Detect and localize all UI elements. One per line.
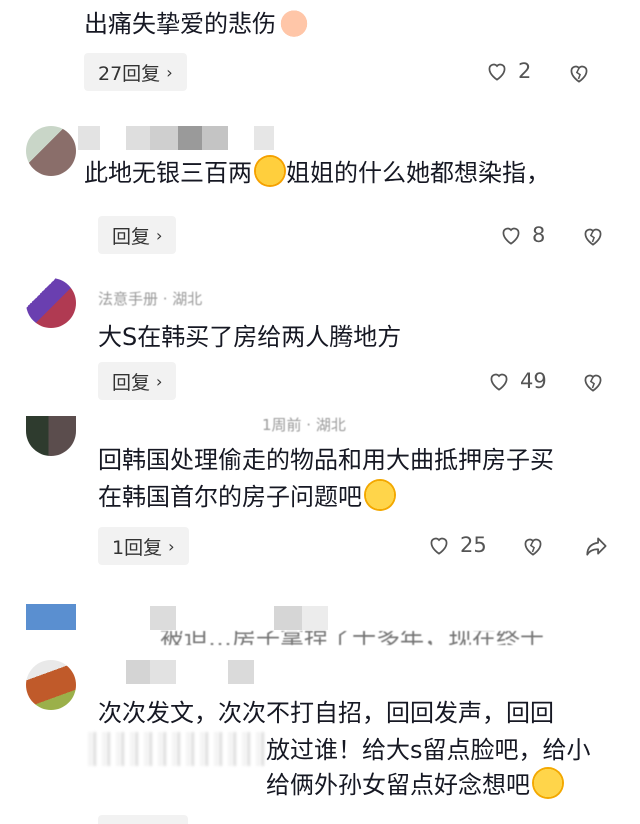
reply-button[interactable]: 27回复 ›	[84, 53, 187, 91]
heart-outline-icon	[502, 227, 520, 245]
username-redacted[interactable]	[126, 660, 254, 684]
reply-button[interactable]: 回复 ›	[98, 216, 177, 254]
truncated-text-line: 被迫…房子拿捏了十多年，现在终于	[160, 631, 544, 645]
heart-outline-icon	[490, 373, 508, 391]
like-button[interactable]: 49	[486, 368, 547, 394]
like-button[interactable]: 8	[498, 222, 545, 248]
chevron-right-icon: ›	[168, 536, 175, 556]
praying-hands-emoji-icon	[278, 6, 310, 38]
blurred-text-region	[88, 732, 264, 766]
grinning-face-emoji-icon	[532, 767, 564, 799]
comment-text: 大S在韩买了房给两人腾地方	[98, 323, 402, 351]
comment-text: 此地无银三百两 姐姐的什么她都想染指，	[84, 154, 550, 192]
grinning-face-emoji-icon	[364, 479, 396, 511]
reply-button[interactable]: 回复 ›	[98, 362, 177, 400]
like-button[interactable]: 2	[484, 58, 531, 84]
heart-outline-icon	[488, 63, 506, 81]
username-redacted[interactable]	[78, 126, 274, 150]
chevron-right-icon: ›	[156, 225, 163, 245]
reply-button[interactable]: 1回复 ›	[98, 527, 189, 565]
comment-text: 出痛失挚爱的悲伤	[84, 5, 310, 43]
comment-text-line: 放过谁！给大s留点脸吧，给小	[266, 736, 591, 764]
avatar[interactable]	[26, 604, 76, 630]
chevron-right-icon: ›	[166, 62, 173, 82]
like-count: 25	[460, 533, 487, 557]
comment-text-line: 回韩国处理偷走的物品和用大曲抵押房子买	[98, 446, 554, 474]
username-redacted[interactable]	[150, 606, 328, 630]
reply-button[interactable]	[98, 815, 188, 824]
broken-heart-icon[interactable]	[566, 60, 592, 86]
like-count: 49	[520, 369, 547, 393]
comment-meta: 1周前 · 湖北	[262, 416, 346, 434]
truncated-text-line: ▔ ▔ ▔ ▔ ▔ ▔ ▔	[84, 196, 259, 210]
like-button[interactable]: 25	[426, 532, 487, 558]
broken-heart-icon[interactable]	[580, 223, 606, 249]
avatar[interactable]	[26, 278, 76, 328]
avatar[interactable]	[26, 660, 76, 710]
broken-heart-icon[interactable]	[520, 533, 546, 559]
like-count: 2	[518, 59, 532, 83]
comment-meta: 法意手册 · 湖北	[98, 290, 203, 308]
comment-text-line: 在韩国首尔的房子问题吧	[98, 478, 396, 516]
chevron-right-icon: ›	[156, 371, 163, 391]
share-arrow-icon[interactable]	[584, 533, 610, 559]
comment-text-line: 给俩外孙女留点好念想吧	[266, 766, 564, 804]
avatar[interactable]	[26, 126, 76, 176]
like-count: 8	[532, 223, 546, 247]
avatar[interactable]	[26, 416, 76, 456]
comment-text-line: 次次发文，次次不打自招，回回发声，回回	[98, 699, 554, 727]
heart-outline-icon	[430, 537, 448, 555]
crying-laughing-emoji-icon	[254, 155, 286, 187]
broken-heart-icon[interactable]	[580, 369, 606, 395]
